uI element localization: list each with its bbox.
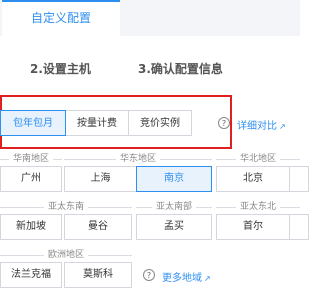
region-help-icon[interactable]: ? — [143, 269, 155, 281]
region-city-beijing[interactable]: 北京 — [216, 166, 290, 192]
region-group-asia-south: 亚太南部 — [136, 202, 212, 212]
step-set-host: 2.设置主机 — [30, 62, 91, 76]
region-city-partial[interactable] — [289, 166, 309, 192]
billing-option-monthly[interactable]: 包年包月 — [0, 110, 66, 136]
external-link-icon: ↗ — [204, 274, 211, 283]
more-regions-link[interactable]: 更多地域 ↗ — [162, 269, 211, 284]
region-group-north-china: 华北地区 — [216, 154, 300, 164]
region-city-moscow[interactable]: 莫斯科 — [64, 262, 132, 288]
billing-option-pay-as-you-go[interactable]: 按量计费 — [65, 110, 129, 136]
step-confirm-config: 3.确认配置信息 — [138, 62, 223, 76]
region-group-asia-northeast: 亚太东北 — [216, 202, 300, 212]
region-city-guangzhou[interactable]: 广州 — [0, 166, 62, 192]
region-city-partial-2[interactable] — [289, 214, 309, 240]
region-group-asia-southeast: 亚太东南 — [0, 202, 132, 212]
region-city-singapore[interactable]: 新加坡 — [0, 214, 62, 240]
region-group-east-china: 华东地区 — [64, 154, 212, 164]
external-link-icon: ↗ — [279, 122, 286, 131]
compare-link-label: 详细对比 — [237, 121, 277, 132]
region-city-shanghai[interactable]: 上海 — [64, 166, 137, 192]
compare-link[interactable]: 详细对比 ↗ — [237, 117, 286, 132]
tab-custom-config[interactable]: 自定义配置 — [2, 0, 120, 36]
more-regions-label: 更多地域 — [162, 273, 202, 284]
region-city-nanjing[interactable]: 南京 — [136, 166, 212, 192]
region-city-frankfurt[interactable]: 法兰克福 — [0, 262, 62, 288]
region-group-europe: 欧洲地区 — [0, 250, 132, 260]
region-group-south-china: 华南地区 — [0, 154, 62, 164]
billing-help-icon[interactable]: ? — [218, 117, 230, 129]
billing-mode-group: 包年包月 按量计费 竞价实例 — [0, 110, 192, 136]
billing-option-spot[interactable]: 竞价实例 — [128, 110, 192, 136]
region-city-mumbai[interactable]: 孟买 — [136, 214, 212, 240]
region-city-bangkok[interactable]: 曼谷 — [64, 214, 132, 240]
region-city-seoul[interactable]: 首尔 — [216, 214, 290, 240]
